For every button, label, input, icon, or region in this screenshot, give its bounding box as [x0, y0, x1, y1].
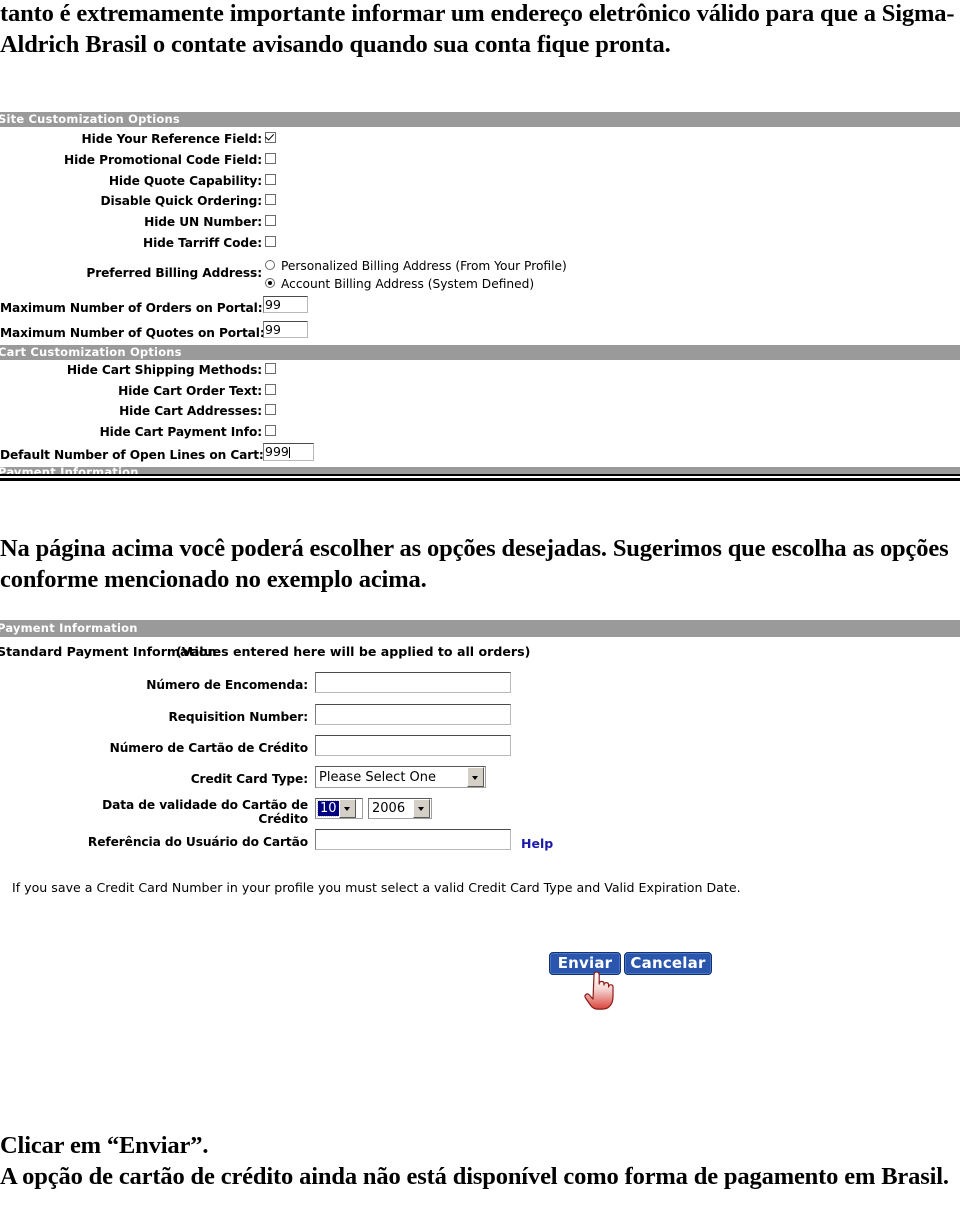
- select-credit-card-type-value: Please Select One: [319, 769, 437, 785]
- screenshot-crop-edge-upper: [0, 474, 960, 476]
- cart-options-section-bar: Cart Customization Options: [0, 345, 960, 360]
- radio-account-billing-address[interactable]: [265, 278, 275, 288]
- checkbox-hide-quote-capability[interactable]: [265, 174, 276, 185]
- radio-label-account-billing-address: Account Billing Address (System Defined): [281, 277, 535, 291]
- checkbox-hide-cart-addresses[interactable]: [265, 404, 276, 415]
- hand-cursor-icon: [584, 971, 614, 1010]
- select-expiration-year[interactable]: 2006: [368, 798, 432, 819]
- payment-section-title: Payment Information: [0, 621, 138, 635]
- input-max-orders-on-portal[interactable]: 99: [263, 296, 308, 313]
- input-default-open-lines-value: 999: [265, 444, 289, 459]
- label-max-orders-on-portal: Maximum Number of Orders on Portal:: [0, 301, 263, 315]
- checkbox-hide-cart-payment-info[interactable]: [265, 425, 276, 436]
- label-hide-cart-addresses: Hide Cart Addresses:: [119, 404, 262, 418]
- select-expiration-year-value: 2006: [372, 801, 406, 816]
- chevron-down-icon[interactable]: [338, 799, 356, 818]
- radio-label-personalized-billing-address: Personalized Billing Address (From Your …: [281, 259, 567, 273]
- select-credit-card-type[interactable]: Please Select One: [315, 766, 486, 788]
- checkbox-hide-cart-order-text[interactable]: [265, 384, 276, 395]
- label-hide-cart-payment-info: Hide Cart Payment Info:: [99, 425, 263, 439]
- payment-subtitle-note: (Values entered here will be applied to …: [176, 644, 531, 659]
- label-hide-tarriff-code: Hide Tarriff Code:: [142, 236, 262, 250]
- help-link[interactable]: Help: [521, 836, 553, 851]
- label-max-quotes-on-portal: Maximum Number of Quotes on Portal:: [0, 326, 265, 340]
- cart-options-section-title: Cart Customization Options: [0, 345, 182, 359]
- label-credit-card-type: Credit Card Type:: [190, 772, 308, 786]
- label-referencia-usuario-cartao: Referência do Usuário do Cartão: [87, 835, 308, 849]
- label-hide-quote-capability: Hide Quote Capability:: [108, 174, 262, 188]
- label-numero-de-encomenda: Número de Encomenda:: [146, 678, 308, 692]
- credit-card-disclaimer: If you save a Credit Card Number in your…: [12, 880, 741, 895]
- payment-section-bar: Payment Information: [0, 620, 960, 637]
- label-hide-promotional-code-field: Hide Promotional Code Field:: [64, 153, 262, 167]
- checkbox-hide-un-number[interactable]: [265, 215, 276, 226]
- radio-personalized-billing-address[interactable]: [265, 260, 275, 270]
- label-hide-cart-shipping-methods: Hide Cart Shipping Methods:: [66, 363, 262, 377]
- checkbox-hide-tarriff-code[interactable]: [265, 236, 276, 247]
- label-default-open-lines-on-cart: Default Number of Open Lines on Cart:: [0, 448, 264, 462]
- payment-information-screenshot: Payment Information Standard Payment Inf…: [0, 620, 960, 910]
- cancel-button[interactable]: Cancelar: [624, 952, 712, 975]
- screenshot-crop-edge-lower: [0, 478, 960, 481]
- checkbox-hide-cart-shipping-methods[interactable]: [265, 363, 276, 374]
- middle-paragraph: Na página acima você poderá escolher as …: [0, 535, 949, 593]
- label-hide-your-reference-field: Hide Your Reference Field:: [81, 132, 263, 146]
- chevron-down-icon[interactable]: [413, 799, 430, 818]
- input-max-quotes-on-portal[interactable]: 99: [263, 321, 308, 338]
- input-requisition-number[interactable]: [315, 704, 511, 725]
- closing-note: A opção de cartão de crédito ainda não e…: [0, 1163, 949, 1190]
- chevron-down-icon[interactable]: [467, 767, 484, 787]
- input-numero-de-cartao-de-credito[interactable]: [315, 735, 511, 756]
- select-expiration-month[interactable]: 10: [315, 798, 363, 819]
- site-options-section-title: Site Customization Options: [0, 112, 180, 126]
- select-expiration-month-value: 10: [317, 800, 340, 817]
- label-hide-un-number: Hide UN Number:: [144, 215, 262, 229]
- site-customization-screenshot: Site Customization Options Hide Your Ref…: [0, 112, 960, 480]
- site-options-section-bar: Site Customization Options: [0, 112, 960, 127]
- label-disable-quick-ordering: Disable Quick Ordering:: [100, 194, 263, 208]
- checkbox-hide-promotional-code-field[interactable]: [265, 153, 276, 164]
- input-numero-de-encomenda[interactable]: [315, 672, 511, 693]
- intro-paragraph: tanto é extremamente importante informar…: [0, 0, 955, 58]
- label-data-validade-cartao: Data de validade do Cartão de Crédito: [102, 798, 308, 826]
- label-numero-de-cartao-de-credito: Número de Cartão de Crédito: [109, 741, 309, 755]
- text-caret: [288, 447, 290, 458]
- input-default-open-lines-on-cart[interactable]: 999: [263, 443, 314, 461]
- checkbox-hide-your-reference-field[interactable]: [265, 132, 276, 143]
- checkbox-disable-quick-ordering[interactable]: [265, 194, 276, 205]
- label-requisition-number: Requisition Number:: [168, 710, 308, 724]
- label-preferred-billing-address: Preferred Billing Address:: [86, 266, 262, 280]
- input-referencia-usuario-cartao[interactable]: [315, 829, 511, 850]
- closing-click-instruction: Clicar em “Enviar”.: [0, 1132, 209, 1159]
- label-hide-cart-order-text: Hide Cart Order Text:: [118, 384, 262, 398]
